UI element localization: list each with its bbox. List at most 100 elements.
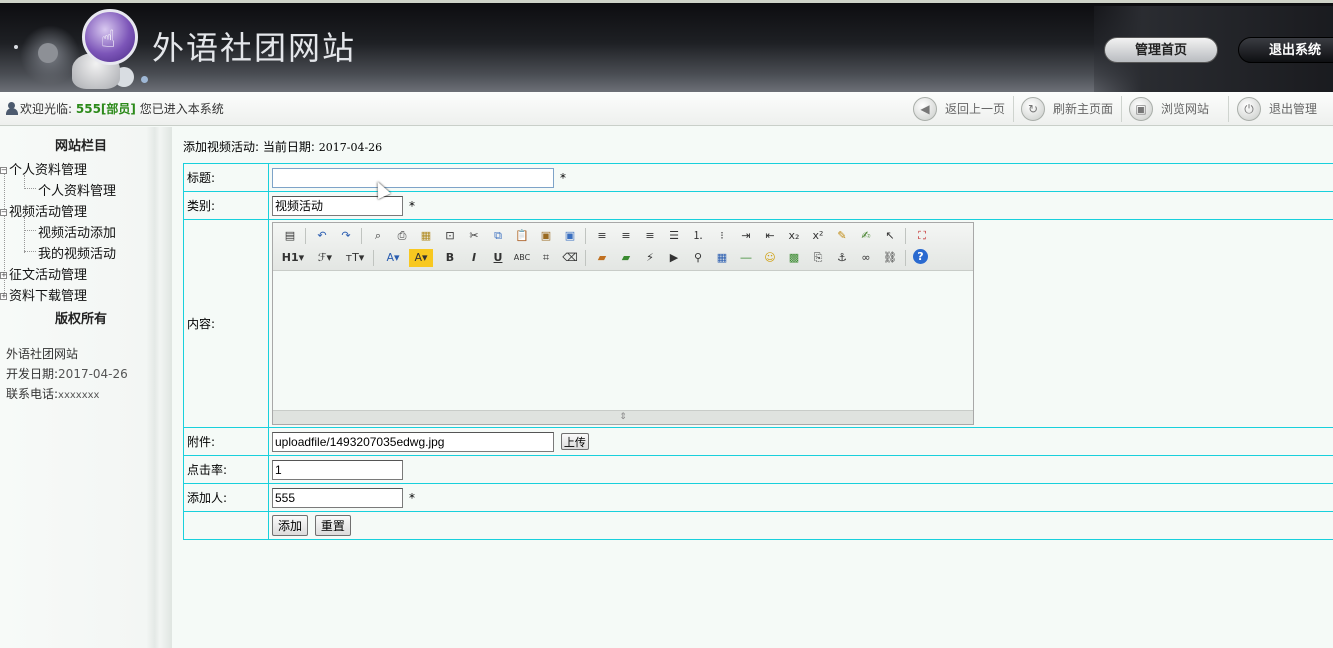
preview-icon[interactable]: ⌕ bbox=[369, 227, 387, 245]
tree-item-my-videos[interactable]: 我的视频活动 bbox=[38, 243, 116, 262]
toolbar-separator bbox=[305, 227, 306, 244]
font-color-icon[interactable]: A▾ bbox=[381, 249, 405, 267]
page-title: 添加视频活动: bbox=[183, 140, 260, 154]
tree-item-profile-manage[interactable]: 个人资料管理 bbox=[38, 180, 116, 199]
multi-image-icon[interactable]: ▰ bbox=[617, 249, 635, 267]
nav-divider bbox=[1013, 96, 1014, 122]
browse-icon: ▣ bbox=[1129, 97, 1153, 121]
upload-button[interactable]: 上传 bbox=[560, 432, 589, 450]
font-size-icon[interactable]: тT▾ bbox=[343, 249, 367, 267]
align-left-icon[interactable]: ≡ bbox=[593, 227, 611, 245]
select-all-icon[interactable]: ⊡ bbox=[441, 227, 459, 245]
clicks-input[interactable] bbox=[272, 459, 403, 480]
editor-content-area[interactable] bbox=[273, 270, 973, 410]
align-right-icon[interactable]: ≡ bbox=[641, 227, 659, 245]
collapse-icon: − bbox=[0, 166, 7, 174]
actions-label-cell bbox=[183, 511, 269, 540]
power-icon: ⏻ bbox=[1237, 97, 1261, 121]
reset-button[interactable]: 重置 bbox=[314, 515, 351, 536]
fullscreen-icon[interactable]: ⛶ bbox=[913, 227, 931, 245]
title-cell: * bbox=[268, 163, 1333, 192]
help-icon[interactable]: ? bbox=[913, 248, 928, 264]
actions-cell: 添加 重置 bbox=[268, 511, 1333, 540]
required-mark: * bbox=[409, 490, 415, 505]
bold-icon[interactable]: B bbox=[441, 249, 459, 267]
copy-icon[interactable]: ⧉ bbox=[489, 227, 507, 245]
highlight-icon[interactable]: A▾ bbox=[409, 248, 433, 267]
toolbar-separator bbox=[361, 227, 362, 244]
eraser-icon[interactable]: ⌫ bbox=[561, 249, 579, 267]
spellcheck-icon[interactable]: ✍ bbox=[857, 227, 875, 245]
underline-icon[interactable]: U bbox=[489, 249, 507, 267]
clear-format-icon[interactable]: ✎ bbox=[833, 227, 851, 245]
heading-icon[interactable]: H1▾ bbox=[279, 249, 307, 267]
pagebreak-icon[interactable]: ⎘ bbox=[809, 249, 827, 267]
subscript-icon[interactable]: x₂ bbox=[785, 227, 803, 245]
back-label: 返回上一页 bbox=[945, 102, 1006, 116]
paste-icon[interactable]: 📋 bbox=[513, 227, 531, 245]
info-phone: 联系电话:xxxxxxx bbox=[6, 385, 99, 402]
justify-icon[interactable]: ☰ bbox=[665, 227, 683, 245]
editor-resize-handle[interactable]: ⇕ bbox=[273, 409, 973, 424]
tree-item-video-add[interactable]: 视频活动添加 bbox=[38, 222, 116, 241]
title-input[interactable] bbox=[272, 167, 554, 188]
superscript-icon[interactable]: x² bbox=[809, 227, 827, 245]
link-icon[interactable]: ∞ bbox=[857, 249, 875, 267]
font-family-icon[interactable]: ℱ▾ bbox=[313, 249, 337, 267]
align-center-icon[interactable]: ≡ bbox=[617, 227, 635, 245]
italic-icon[interactable]: I bbox=[465, 249, 483, 267]
media-icon[interactable]: ▶ bbox=[665, 249, 683, 267]
admin-home-button[interactable]: 管理首页 bbox=[1104, 37, 1218, 63]
anchor-icon[interactable]: ⚓ bbox=[833, 249, 851, 267]
content-label: 内容: bbox=[183, 219, 269, 428]
sidebar-title: 网站栏目 bbox=[55, 139, 108, 154]
refresh-icon: ↻ bbox=[1021, 97, 1045, 121]
page-header: 添加视频活动: 当前日期: 2017-04-26 bbox=[183, 138, 382, 155]
template-icon[interactable]: ▦ bbox=[417, 227, 435, 245]
undo-icon[interactable]: ↶ bbox=[313, 227, 331, 245]
rich-text-editor: ▤ ↶ ↷ ⌕ ⎙ ▦ ⊡ ✂ ⧉ 📋 ▣ ▣ ≡ ≡ ≡ ☰ ⒈ ⁝ ⇥ ⇤ … bbox=[272, 221, 974, 425]
emoticon-icon[interactable]: ☺ bbox=[761, 249, 779, 267]
expand-icon: + bbox=[0, 271, 7, 279]
table-icon[interactable]: ▦ bbox=[713, 249, 731, 267]
map-icon[interactable]: ▩ bbox=[785, 249, 803, 267]
tree-line bbox=[24, 188, 36, 189]
tree-node-essay[interactable]: + 征文活动管理 bbox=[0, 264, 87, 283]
tree-node-video[interactable]: − 视频活动管理 bbox=[0, 201, 87, 220]
outdent-icon[interactable]: ⇤ bbox=[761, 227, 779, 245]
source-icon[interactable]: ▤ bbox=[281, 227, 299, 245]
hr-icon[interactable]: ― bbox=[737, 249, 755, 267]
toolbar-separator bbox=[585, 227, 586, 244]
image-icon[interactable]: ▰ bbox=[593, 249, 611, 267]
welcome-suffix: 您已进入本系统 bbox=[139, 102, 224, 116]
tree-node-download[interactable]: + 资料下载管理 bbox=[0, 285, 87, 304]
submit-button[interactable]: 添加 bbox=[272, 515, 309, 536]
info-dev-date: 开发日期:2017-04-26 bbox=[6, 365, 128, 382]
unordered-list-icon[interactable]: ⁝ bbox=[713, 227, 731, 245]
line-height-icon[interactable]: ⌗ bbox=[537, 249, 555, 267]
clicks-cell bbox=[268, 455, 1333, 484]
strikethrough-icon[interactable]: ABC bbox=[513, 249, 531, 267]
attachment-icon[interactable]: ⚲ bbox=[689, 249, 707, 267]
cut-icon[interactable]: ✂ bbox=[465, 227, 483, 245]
required-mark: * bbox=[560, 170, 566, 185]
select-icon[interactable]: ↖ bbox=[881, 227, 899, 245]
info-site-name: 外语社团网站 bbox=[6, 347, 79, 361]
tree-node-profile[interactable]: − 个人资料管理 bbox=[0, 159, 87, 178]
attachment-input[interactable] bbox=[272, 431, 554, 452]
ordered-list-icon[interactable]: ⒈ bbox=[689, 227, 707, 245]
flash-icon[interactable]: ⚡ bbox=[641, 249, 659, 267]
category-input[interactable] bbox=[272, 195, 403, 216]
refresh-label: 刷新主页面 bbox=[1053, 102, 1114, 116]
attachment-cell: 上传 bbox=[268, 427, 1333, 456]
paste-word-icon[interactable]: ▣ bbox=[561, 227, 579, 245]
logout-system-button[interactable]: 退出系统 bbox=[1238, 37, 1333, 63]
unlink-icon[interactable]: ⛓ bbox=[881, 249, 899, 267]
info-phone-label: 联系电话: bbox=[6, 387, 59, 401]
redo-icon[interactable]: ↷ bbox=[337, 227, 355, 245]
current-user: 555[部员] bbox=[75, 102, 136, 116]
adder-input[interactable] bbox=[272, 487, 403, 508]
print-icon[interactable]: ⎙ bbox=[393, 227, 411, 245]
paste-text-icon[interactable]: ▣ bbox=[537, 227, 555, 245]
indent-icon[interactable]: ⇥ bbox=[737, 227, 755, 245]
